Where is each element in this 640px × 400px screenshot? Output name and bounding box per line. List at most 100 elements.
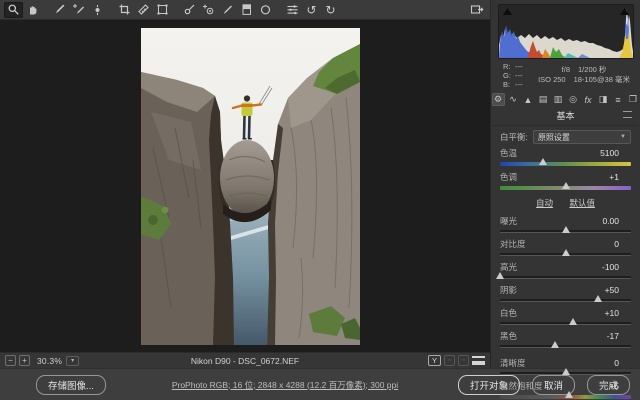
shadows-slider: 阴影 +50 bbox=[500, 286, 631, 302]
slider-track[interactable] bbox=[500, 230, 631, 233]
slider-thumb[interactable] bbox=[562, 249, 570, 256]
tab-hsl-grayscale[interactable]: ▤ bbox=[537, 93, 550, 106]
panel-header: 基本 bbox=[493, 107, 638, 126]
preview-settings-icon[interactable] bbox=[472, 356, 485, 365]
panel-title: 基本 bbox=[556, 111, 574, 121]
blacks-slider: 黑色 -17 bbox=[500, 332, 631, 348]
tone-sliders-container: 曝光 0.00 对比度 0 高光 -100 阴影 +50 bbox=[500, 217, 631, 400]
status-bar: − + 30.3% ▾ Nikon D90 - DSC_0672.NEF Y ▫… bbox=[0, 352, 490, 368]
whites-slider: 白色 +10 bbox=[500, 309, 631, 325]
wb-sliders-container: 色温 5100 色调 +1 bbox=[500, 149, 631, 190]
tab-lens-corrections[interactable]: ◎ bbox=[567, 93, 580, 106]
tab-detail[interactable]: ▲ bbox=[522, 93, 535, 106]
tab-camera-calibration[interactable]: ◨ bbox=[597, 93, 610, 106]
tab-snapshots[interactable]: ❐ bbox=[627, 93, 640, 106]
slider-value: -100 bbox=[602, 263, 631, 272]
workflow-options-link[interactable]: ProPhoto RGB; 16 位; 2848 x 4288 (12.2 百万… bbox=[150, 379, 420, 391]
highlight-clipping-triangle[interactable] bbox=[619, 7, 630, 16]
slider-label: 白色 bbox=[500, 309, 517, 318]
zoom-level-dropdown[interactable]: ▾ bbox=[66, 356, 79, 366]
slider-thumb[interactable] bbox=[594, 295, 602, 302]
slider-thumb[interactable] bbox=[562, 226, 570, 233]
hand-tool[interactable] bbox=[23, 2, 42, 18]
slider-thumb[interactable] bbox=[562, 368, 570, 375]
slider-track[interactable] bbox=[500, 162, 631, 166]
slider-track[interactable] bbox=[500, 322, 631, 325]
exposure-info: f/81/200 秒 ISO 25018-105@38 毫米 bbox=[538, 62, 630, 89]
default-link[interactable]: 默认值 bbox=[569, 198, 595, 208]
targeted-adjustment-tool[interactable] bbox=[88, 2, 107, 18]
basic-controls: 白平衡: 原照设置 ▼ 色温 5100 色调 +1 自动 默认值 bbox=[491, 126, 640, 400]
slider-value: 0 bbox=[614, 240, 631, 249]
white-balance-tool[interactable] bbox=[50, 2, 69, 18]
rotate-left-button[interactable]: ↺ bbox=[302, 2, 321, 18]
slider-thumb[interactable] bbox=[551, 341, 559, 348]
zoom-in-button[interactable]: + bbox=[19, 355, 30, 366]
tab-tone-curve[interactable]: ∿ bbox=[507, 93, 520, 106]
photo-preview[interactable] bbox=[141, 28, 360, 345]
tab-basic[interactable]: ⚙ bbox=[492, 93, 505, 106]
image-canvas bbox=[0, 20, 490, 352]
before-after-toggle[interactable]: Y bbox=[428, 355, 441, 366]
swap-settings-button[interactable]: ▫ bbox=[458, 355, 469, 366]
graduated-filter-tool[interactable] bbox=[237, 2, 256, 18]
tab-presets[interactable]: ≡ bbox=[612, 93, 625, 106]
iso: ISO 250 bbox=[538, 75, 566, 84]
toolbar: ↺ ↻ bbox=[0, 0, 490, 20]
preview-controls: Y ▫ ▫ bbox=[428, 355, 485, 366]
crop-tool[interactable] bbox=[115, 2, 134, 18]
slider-label: 色温 bbox=[500, 149, 517, 158]
clarity-slider: 清晰度 0 bbox=[500, 359, 631, 375]
preferences-button[interactable] bbox=[283, 2, 302, 18]
slider-label: 色调 bbox=[500, 173, 517, 182]
rotate-right-button[interactable]: ↻ bbox=[321, 2, 340, 18]
slider-value: 0.00 bbox=[602, 217, 631, 226]
shadow-clipping-triangle[interactable] bbox=[502, 7, 513, 16]
zoom-out-button[interactable]: − bbox=[5, 355, 16, 366]
zoom-level: 30.3% bbox=[37, 356, 62, 366]
g-value: --- bbox=[515, 71, 523, 80]
auto-default-row: 自动 默认值 bbox=[500, 197, 631, 209]
highlights-slider: 高光 -100 bbox=[500, 263, 631, 279]
slider-label: 曝光 bbox=[500, 217, 517, 226]
panel-menu-icon[interactable] bbox=[623, 111, 632, 118]
spot-removal-tool[interactable] bbox=[180, 2, 199, 18]
slider-track[interactable] bbox=[500, 395, 631, 399]
tab-split-toning[interactable]: ▥ bbox=[552, 93, 565, 106]
red-eye-removal-tool[interactable] bbox=[199, 2, 218, 18]
auto-link[interactable]: 自动 bbox=[536, 198, 553, 208]
slider-thumb[interactable] bbox=[565, 391, 573, 398]
tab-effects[interactable]: fx bbox=[582, 93, 595, 106]
zoom-tool[interactable] bbox=[4, 2, 23, 18]
color-sampler-tool[interactable] bbox=[69, 2, 88, 18]
g-label: G: bbox=[503, 71, 515, 80]
white-balance-row: 白平衡: 原照设置 ▼ bbox=[500, 130, 631, 144]
toggle-fullscreen-button[interactable] bbox=[467, 2, 486, 18]
white-balance-select[interactable]: 原照设置 ▼ bbox=[533, 130, 631, 144]
slider-value: +1 bbox=[609, 173, 631, 182]
slider-label: 黑色 bbox=[500, 332, 517, 341]
transform-tool[interactable] bbox=[153, 2, 172, 18]
tint-slider: 色调 +1 bbox=[500, 173, 631, 190]
save-image-button[interactable]: 存储图像... bbox=[36, 375, 106, 395]
slider-track[interactable] bbox=[500, 372, 631, 375]
slider-track[interactable] bbox=[500, 299, 631, 302]
copy-settings-button[interactable]: ▫ bbox=[444, 355, 455, 366]
straighten-tool[interactable] bbox=[134, 2, 153, 18]
slider-track[interactable] bbox=[500, 253, 631, 256]
slider-track[interactable] bbox=[500, 276, 631, 279]
aperture: f/8 bbox=[562, 65, 570, 74]
camera-raw-dialog: ↺ ↻ bbox=[0, 0, 640, 400]
radial-filter-tool[interactable] bbox=[256, 2, 275, 18]
slider-thumb[interactable] bbox=[569, 318, 577, 325]
slider-label: 自然饱和度 bbox=[500, 382, 543, 391]
r-label: R: bbox=[503, 62, 515, 71]
rgb-readout: R:--- G:--- B:--- bbox=[503, 62, 538, 89]
slider-track[interactable] bbox=[500, 345, 631, 348]
slider-track[interactable] bbox=[500, 186, 631, 190]
adjustment-brush-tool[interactable] bbox=[218, 2, 237, 18]
slider-thumb[interactable] bbox=[539, 158, 547, 165]
slider-thumb[interactable] bbox=[496, 272, 504, 279]
slider-thumb[interactable] bbox=[562, 182, 570, 189]
exif-info: R:--- G:--- B:--- f/81/200 秒 ISO 25018-1… bbox=[491, 61, 640, 91]
